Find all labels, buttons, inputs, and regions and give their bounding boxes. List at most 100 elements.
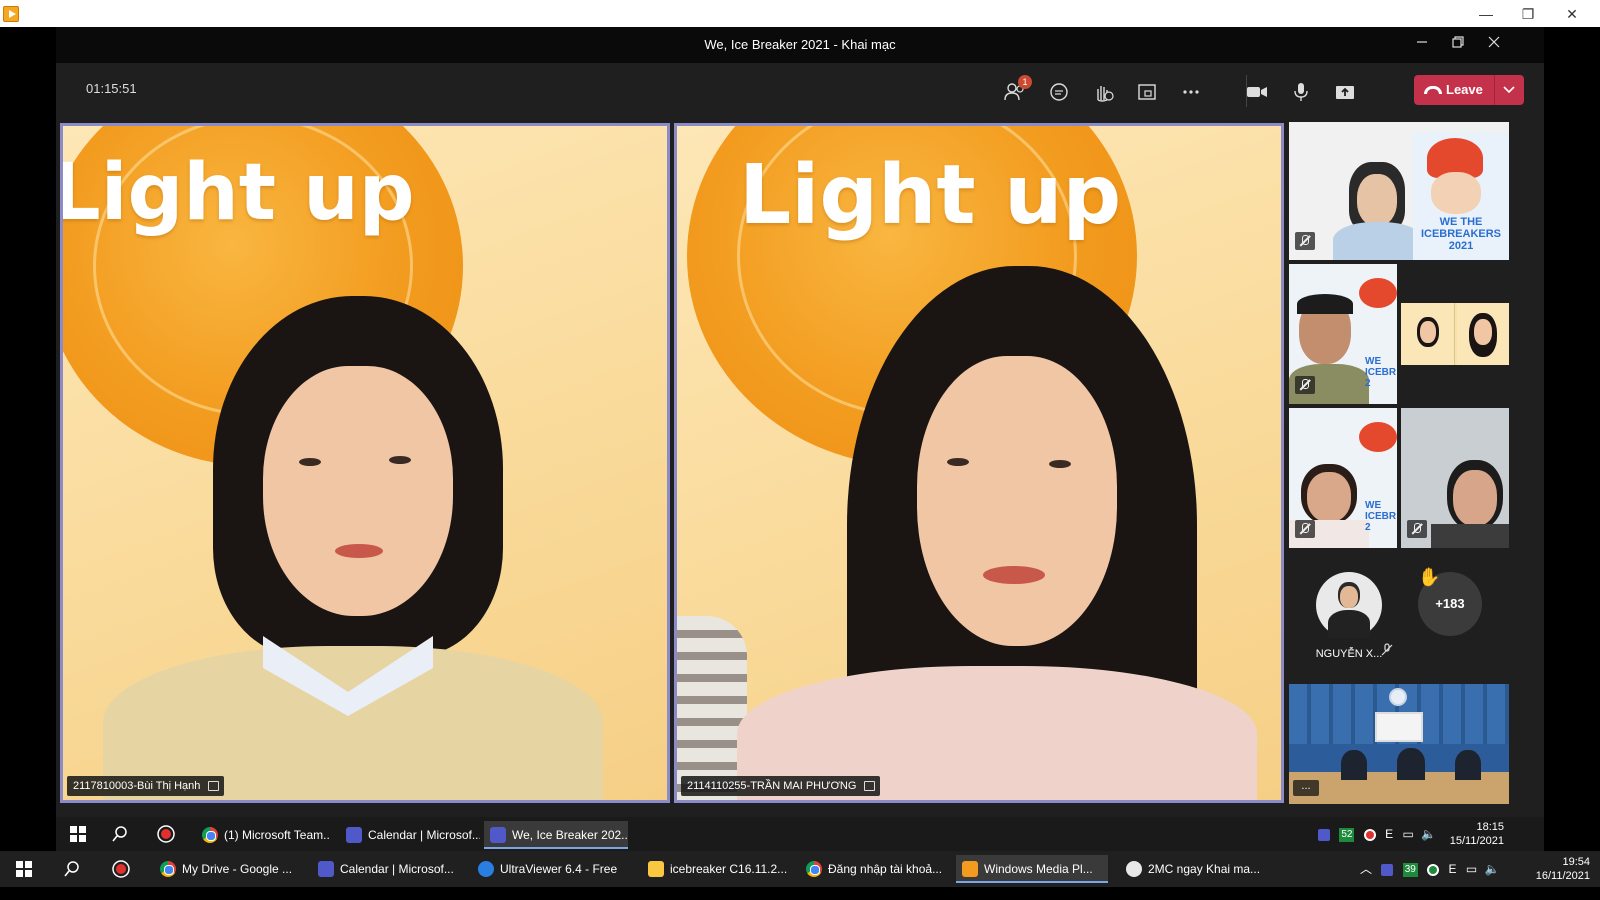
record-icon[interactable] xyxy=(156,824,176,844)
teams-tray-icon[interactable] xyxy=(1381,863,1394,876)
person-face xyxy=(1357,174,1397,226)
person-eye xyxy=(1049,460,1071,468)
chrome-icon xyxy=(160,861,176,877)
video-tile[interactable]: Light up 2114110255-TRẦN MAI PHƯƠNG xyxy=(674,123,1284,803)
teams-icon xyxy=(490,827,506,843)
muted-mic-icon xyxy=(1295,376,1315,394)
person-face xyxy=(1307,472,1351,522)
folder-icon xyxy=(648,861,664,877)
tray-badge[interactable]: 39 xyxy=(1402,862,1418,877)
camera-button[interactable] xyxy=(1240,77,1274,107)
status-tray-icon[interactable] xyxy=(1427,863,1440,876)
gallery-thumb[interactable]: WE THE ICEBREAKERS 2021 xyxy=(1289,122,1509,260)
more-actions-button[interactable] xyxy=(1174,77,1208,107)
gallery-thumb[interactable]: ... xyxy=(1289,684,1509,804)
muted-mic-icon xyxy=(1407,520,1427,538)
person-shirt xyxy=(1333,222,1423,260)
taskbar-item[interactable]: (1) Microsoft Team... xyxy=(196,821,330,849)
teams-close-button[interactable] xyxy=(1476,33,1512,57)
person-face xyxy=(1340,586,1358,608)
tray-badge[interactable]: 52 xyxy=(1339,827,1355,842)
taskbar-item[interactable]: Calendar | Microsof... xyxy=(340,821,480,849)
chrome-icon xyxy=(806,861,822,877)
network-icon[interactable]: ▭ xyxy=(1403,827,1414,841)
tray-icons: 52 E ▭ 🔈 xyxy=(1318,824,1436,844)
taskbar-item[interactable]: icebreaker C16.11.2... xyxy=(642,855,792,883)
share-screen-icon xyxy=(1336,86,1354,99)
windows-start-icon[interactable] xyxy=(70,826,86,842)
search-icon[interactable] xyxy=(64,861,80,877)
teams-tray-icon[interactable] xyxy=(1318,828,1330,841)
local-clock[interactable]: 19:54 16/11/2021 xyxy=(1524,855,1590,883)
share-button[interactable] xyxy=(1328,77,1362,107)
participant-name-tag: 2114110255-TRẦN MAI PHƯƠNG xyxy=(681,776,881,796)
gallery-thumb[interactable] xyxy=(1401,303,1509,365)
person-hair xyxy=(1297,294,1353,314)
video-tile[interactable]: Light up 2117810003-Bùi Thị Hạnh xyxy=(60,123,670,803)
input-language[interactable]: E xyxy=(1449,862,1457,876)
person-suit xyxy=(1397,748,1425,780)
rooms-button[interactable] xyxy=(1130,77,1164,107)
person-lips xyxy=(983,566,1045,584)
chat-icon xyxy=(1050,83,1068,101)
wmp-restore-button[interactable]: ❐ xyxy=(1508,2,1548,26)
wmp-app-icon xyxy=(3,6,19,22)
taskbar-item[interactable]: UltraViewer 6.4 - Free xyxy=(472,855,622,883)
taskbar-item[interactable]: Đăng nhập tài khoả... xyxy=(800,855,952,883)
search-icon[interactable] xyxy=(112,826,128,842)
record-icon[interactable] xyxy=(111,859,131,879)
reactions-button[interactable] xyxy=(1086,77,1120,107)
participant-avatar[interactable]: NGUYỄN X... xyxy=(1314,572,1384,672)
leave-button[interactable]: Leave xyxy=(1414,75,1524,105)
person-shirt xyxy=(1431,524,1509,548)
avatar xyxy=(1316,572,1382,638)
clock-date: 16/11/2021 xyxy=(1535,870,1590,882)
wmp-minimize-button[interactable]: — xyxy=(1466,2,1506,26)
taskbar-item-label: We, Ice Breaker 202... xyxy=(512,828,628,842)
mascot-poster: WE THE ICEBREAKERS 2021 xyxy=(1413,132,1509,260)
muted-mic-icon xyxy=(1295,232,1315,250)
raised-hand-icon: ✋ xyxy=(1418,567,1441,587)
light-up-banner: Light up xyxy=(60,148,415,238)
gallery-thumb[interactable] xyxy=(1401,408,1509,548)
gallery-thumb[interactable]: WE ICEBR 2 xyxy=(1289,264,1397,404)
windows-start-icon[interactable] xyxy=(16,861,32,877)
maximize-icon xyxy=(1452,36,1464,48)
volume-icon[interactable]: 🔈 xyxy=(1421,827,1436,841)
pin-icon xyxy=(864,781,876,791)
person-face xyxy=(1453,470,1497,526)
taskbar-item[interactable]: Windows Media Pl... xyxy=(956,855,1108,883)
mascot-text: WE ICEBR 2 xyxy=(1365,500,1397,533)
taskbar-item[interactable]: My Drive - Google ... xyxy=(154,855,300,883)
muted-mic-icon xyxy=(1381,643,1393,657)
taskbar-item-label: Đăng nhập tài khoả... xyxy=(828,862,943,876)
record-tray-icon[interactable] xyxy=(1363,828,1376,841)
input-language[interactable]: E xyxy=(1385,827,1393,841)
hang-up-icon xyxy=(1424,86,1442,94)
gallery-thumb[interactable]: WE ICEBR 2 xyxy=(1289,408,1397,548)
participants-button[interactable]: 1 xyxy=(998,75,1032,107)
show-hidden-icons-icon[interactable]: ︿ xyxy=(1360,862,1372,876)
remote-clock[interactable]: 18:15 15/11/2021 xyxy=(1440,820,1504,848)
taskbar-item[interactable]: We, Ice Breaker 202... xyxy=(484,821,628,849)
wmp-close-button[interactable]: ✕ xyxy=(1552,2,1592,26)
microphone-button[interactable] xyxy=(1284,77,1318,107)
taskbar-item-label: Windows Media Pl... xyxy=(984,862,1093,876)
leave-options-button[interactable] xyxy=(1494,75,1524,105)
participants-badge: 1 xyxy=(1018,75,1032,89)
more-options-button[interactable]: ... xyxy=(1293,780,1319,796)
teams-meeting-window: We, Ice Breaker 2021 - Khai mạc 01:15:51… xyxy=(56,27,1544,817)
teams-icon xyxy=(318,861,334,877)
chat-button[interactable] xyxy=(1042,77,1076,107)
teams-minimize-button[interactable] xyxy=(1404,33,1440,57)
participant-name-tag: 2117810003-Bùi Thị Hạnh xyxy=(67,776,225,796)
meeting-timer: 01:15:51 xyxy=(86,81,137,96)
meeting-toolbar: 01:15:51 1 Leave xyxy=(56,63,1544,119)
taskbar-item[interactable]: Calendar | Microsof... xyxy=(312,855,462,883)
teams-maximize-button[interactable] xyxy=(1440,33,1476,57)
network-icon[interactable]: ▭ xyxy=(1466,862,1477,876)
person-eye xyxy=(389,456,411,464)
taskbar-item[interactable]: 2MC ngay Khai ma... xyxy=(1120,855,1270,883)
taskbar-item-label: (1) Microsoft Team... xyxy=(224,828,330,842)
volume-icon[interactable]: 🔈 xyxy=(1485,862,1500,876)
